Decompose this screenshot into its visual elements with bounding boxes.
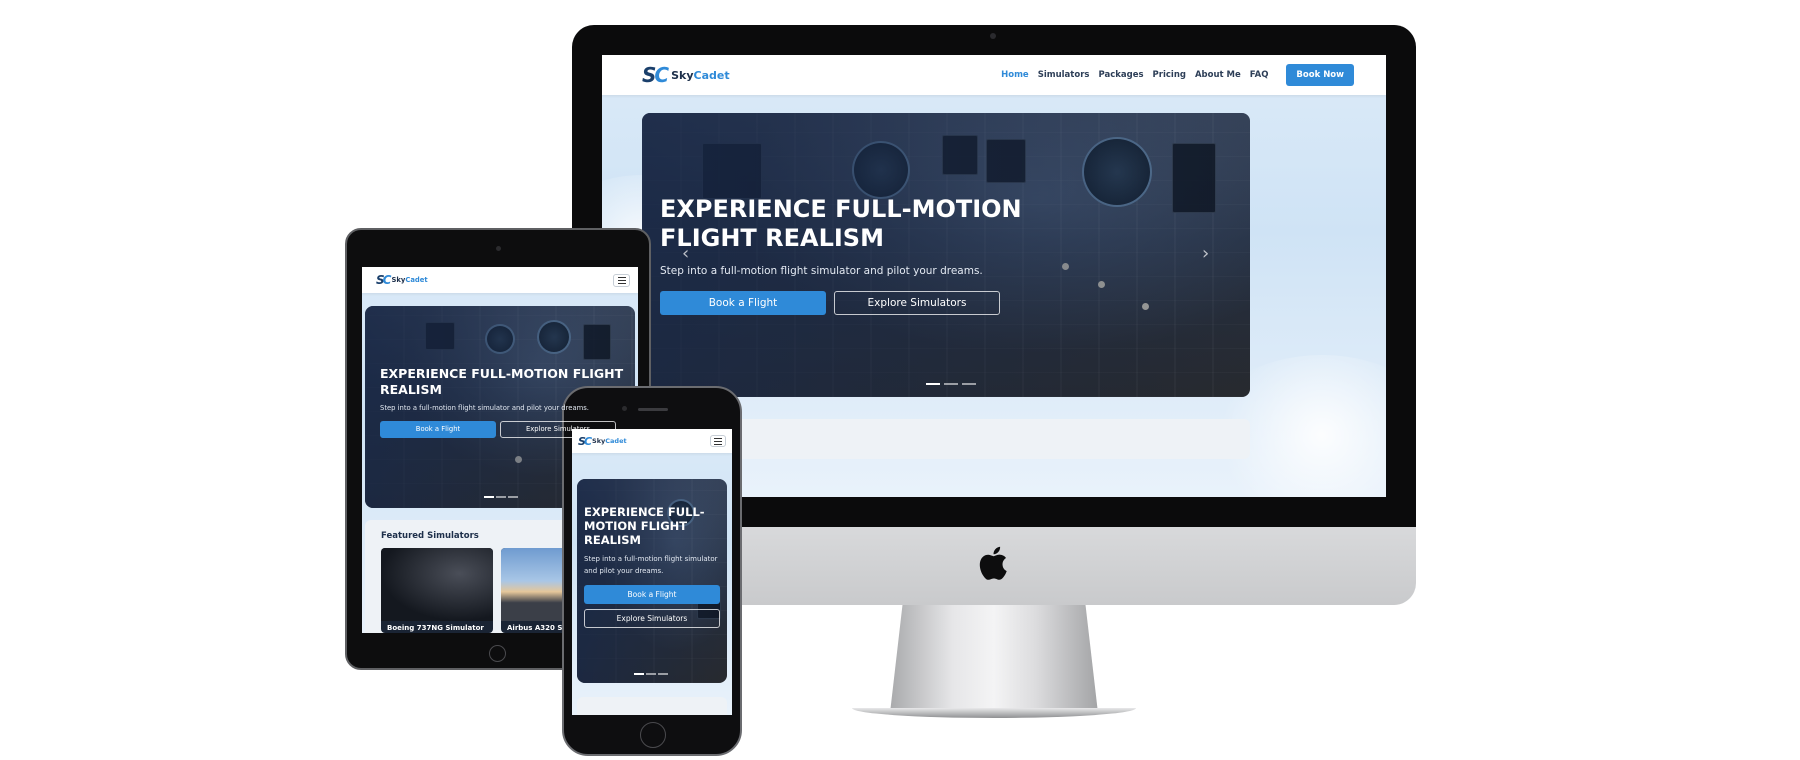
carousel-indicator[interactable] bbox=[646, 673, 656, 675]
brand-logo[interactable]: SC SkyCadet bbox=[578, 435, 627, 448]
carousel-indicator[interactable] bbox=[926, 383, 940, 385]
next-section-preview bbox=[577, 697, 727, 715]
hero-title: EXPERIENCE FULL-MOTION FLIGHT REALISM bbox=[584, 505, 705, 547]
home-button-icon bbox=[640, 722, 666, 748]
explore-simulators-button[interactable]: Explore Simulators bbox=[834, 291, 1000, 315]
book-now-button[interactable]: Book Now bbox=[1286, 64, 1354, 86]
home-button-icon bbox=[489, 645, 506, 662]
hero-carousel: EXPERIENCE FULL-MOTION FLIGHT REALISM St… bbox=[577, 479, 727, 683]
hamburger-icon[interactable] bbox=[710, 435, 726, 447]
nav-link-about-me[interactable]: About Me bbox=[1195, 70, 1241, 80]
camera-icon bbox=[990, 33, 996, 39]
featured-simulators-heading: Featured Simulators bbox=[381, 531, 479, 541]
iphone-device: SC SkyCadet EXPERIENCE FULL-MOTION FLIGH… bbox=[562, 386, 742, 756]
brand-name: SkyCadet bbox=[391, 276, 428, 284]
nav-link-home[interactable]: Home bbox=[1001, 70, 1029, 80]
logo-mark-icon: SC bbox=[578, 434, 592, 448]
hamburger-icon[interactable] bbox=[613, 273, 630, 287]
book-a-flight-button[interactable]: Book a Flight bbox=[660, 291, 826, 315]
top-navbar: SC SkyCadet bbox=[362, 267, 638, 293]
carousel-indicator[interactable] bbox=[508, 496, 518, 498]
carousel-indicators bbox=[924, 383, 978, 385]
mobile-site-screen: SC SkyCadet EXPERIENCE FULL-MOTION FLIGH… bbox=[572, 429, 732, 715]
camera-icon bbox=[496, 246, 501, 251]
chevron-right-icon[interactable]: › bbox=[1202, 243, 1209, 264]
nav-links: Home Simulators Packages Pricing About M… bbox=[992, 64, 1354, 86]
carousel-indicator[interactable] bbox=[658, 673, 668, 675]
carousel-indicator[interactable] bbox=[944, 383, 958, 385]
logo-mark-icon: SC bbox=[376, 273, 391, 287]
carousel-indicators bbox=[483, 496, 519, 498]
hero-subtitle: Step into a full-motion flight simulator… bbox=[584, 555, 718, 575]
simulator-card[interactable]: Boeing 737NG Simulator bbox=[381, 548, 493, 633]
brand-name: SkyCadet bbox=[592, 437, 627, 445]
brand-logo[interactable]: SC SkyCadet bbox=[376, 273, 428, 287]
hero-content: EXPERIENCE FULL-MOTION FLIGHT REALISM St… bbox=[660, 195, 1080, 315]
nav-link-simulators[interactable]: Simulators bbox=[1038, 70, 1090, 80]
brand-name: SkyCadet bbox=[671, 68, 730, 82]
hero-buttons: Book a Flight Explore Simulators bbox=[660, 291, 1080, 315]
imac-stand-foot bbox=[852, 708, 1136, 718]
device-mockup-scene: SC SkyCadet Home Simulators Packages Pri… bbox=[0, 0, 1800, 760]
hero-subtitle: Step into a full-motion flight simulator… bbox=[380, 404, 589, 412]
carousel-indicator[interactable] bbox=[484, 496, 494, 498]
top-navbar: SC SkyCadet Home Simulators Packages Pri… bbox=[602, 55, 1386, 95]
nav-link-faq[interactable]: FAQ bbox=[1250, 70, 1269, 80]
top-navbar: SC SkyCadet bbox=[572, 429, 732, 453]
imac-stand bbox=[890, 605, 1098, 713]
hero-subtitle: Step into a full-motion flight simulator… bbox=[660, 265, 983, 277]
nav-link-pricing[interactable]: Pricing bbox=[1153, 70, 1186, 80]
simulator-card-image bbox=[381, 548, 493, 621]
logo-mark-icon: SC bbox=[642, 63, 669, 87]
nav-link-packages[interactable]: Packages bbox=[1098, 70, 1143, 80]
simulator-card-caption: Boeing 737NG Simulator bbox=[387, 624, 484, 632]
speaker-grille bbox=[638, 408, 668, 411]
hero-title: EXPERIENCE FULL-MOTION FLIGHT REALISM bbox=[380, 366, 624, 397]
carousel-indicator[interactable] bbox=[634, 673, 644, 675]
carousel-indicator[interactable] bbox=[962, 383, 976, 385]
book-a-flight-button[interactable]: Book a Flight bbox=[584, 585, 720, 604]
apple-logo-icon bbox=[979, 546, 1007, 580]
carousel-indicators bbox=[633, 673, 669, 675]
hero-title: EXPERIENCE FULL-MOTION FLIGHT REALISM bbox=[660, 195, 1022, 252]
carousel-indicator[interactable] bbox=[496, 496, 506, 498]
explore-simulators-button[interactable]: Explore Simulators bbox=[584, 609, 720, 628]
hero-carousel: ‹ › EXPERIENCE FULL-MOTION FLIGHT REALIS… bbox=[642, 113, 1250, 397]
hero-content: EXPERIENCE FULL-MOTION FLIGHT REALISM St… bbox=[584, 505, 724, 628]
hero-buttons: Book a Flight Explore Simulators bbox=[584, 585, 724, 628]
brand-logo[interactable]: SC SkyCadet bbox=[642, 63, 730, 87]
hero-content: EXPERIENCE FULL-MOTION FLIGHT REALISM St… bbox=[380, 366, 630, 438]
book-a-flight-button[interactable]: Book a Flight bbox=[380, 421, 496, 438]
